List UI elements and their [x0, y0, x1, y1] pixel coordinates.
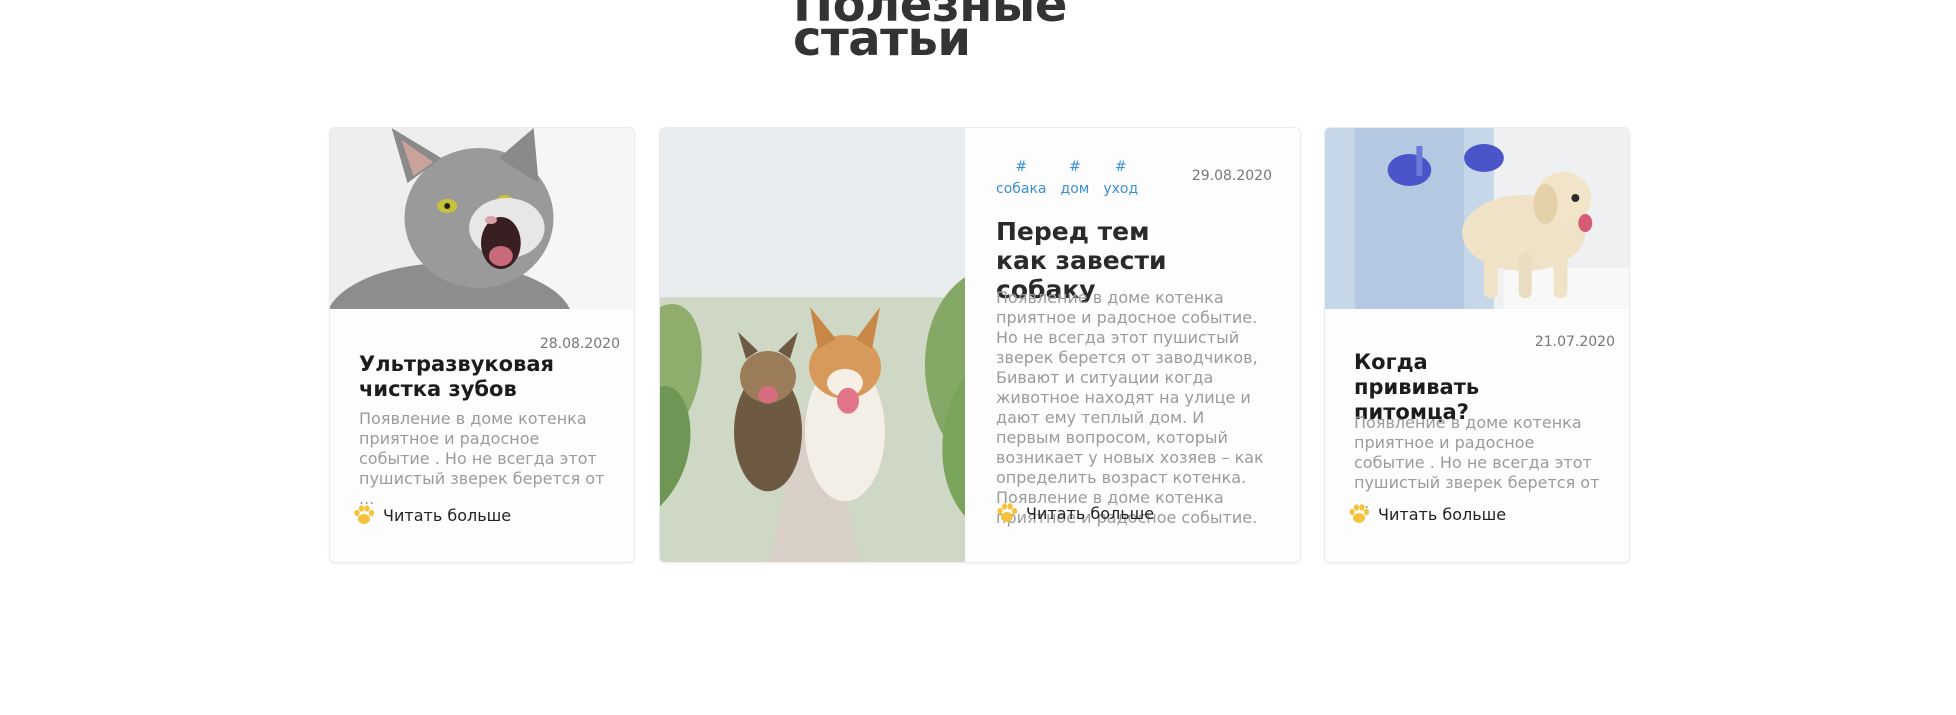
tag-label: собака: [996, 181, 1047, 197]
article-date: 21.07.2020: [1534, 334, 1615, 350]
article-card-featured[interactable]: # собака # дом # уход 29.08.2020 Перед т…: [659, 127, 1301, 563]
section-title: Полезные статьи: [793, 0, 1067, 67]
article-date: 28.08.2020: [539, 336, 620, 352]
read-more-label: Читать больше: [383, 505, 512, 525]
article-card[interactable]: 21.07.2020 Когда прививать питомца? Появ…: [1324, 127, 1630, 563]
article-excerpt: Появление в доме котенка приятное и радо…: [996, 288, 1264, 527]
paw-icon: [997, 503, 1018, 522]
article-card[interactable]: 28.08.2020 Ультразвуковая чистка зубов П…: [329, 127, 635, 563]
tag-list: # собака # дом # уход: [996, 156, 1138, 200]
tag-label: уход: [1103, 181, 1139, 197]
read-more-link[interactable]: Читать больше: [1348, 503, 1506, 525]
read-more-link[interactable]: Читать больше: [353, 504, 511, 526]
read-more-label: Читать больше: [1026, 503, 1155, 523]
article-excerpt: Появление в доме котенка приятное и радо…: [359, 409, 605, 508]
tag-hash: #: [1015, 159, 1028, 175]
dogs-photo: [660, 128, 965, 562]
read-more-link[interactable]: Читать больше: [996, 502, 1154, 524]
article-date: 29.08.2020: [1191, 168, 1272, 184]
paw-icon: [354, 505, 375, 524]
tag-hash: #: [1114, 159, 1127, 175]
tag-home[interactable]: # дом: [1061, 156, 1090, 200]
article-excerpt: Появление в доме котенка приятное и радо…: [1354, 413, 1600, 512]
article-title[interactable]: Ультразвуковая чистка зубов: [359, 352, 554, 402]
tag-dog[interactable]: # собака: [996, 156, 1047, 200]
tag-label: дом: [1060, 181, 1090, 197]
puppy-vet-photo: [1325, 128, 1629, 309]
paw-icon: [1349, 504, 1370, 523]
tag-care[interactable]: # уход: [1103, 156, 1138, 200]
read-more-label: Читать больше: [1378, 504, 1507, 524]
cat-photo: [330, 128, 634, 309]
tag-hash: #: [1069, 159, 1081, 175]
